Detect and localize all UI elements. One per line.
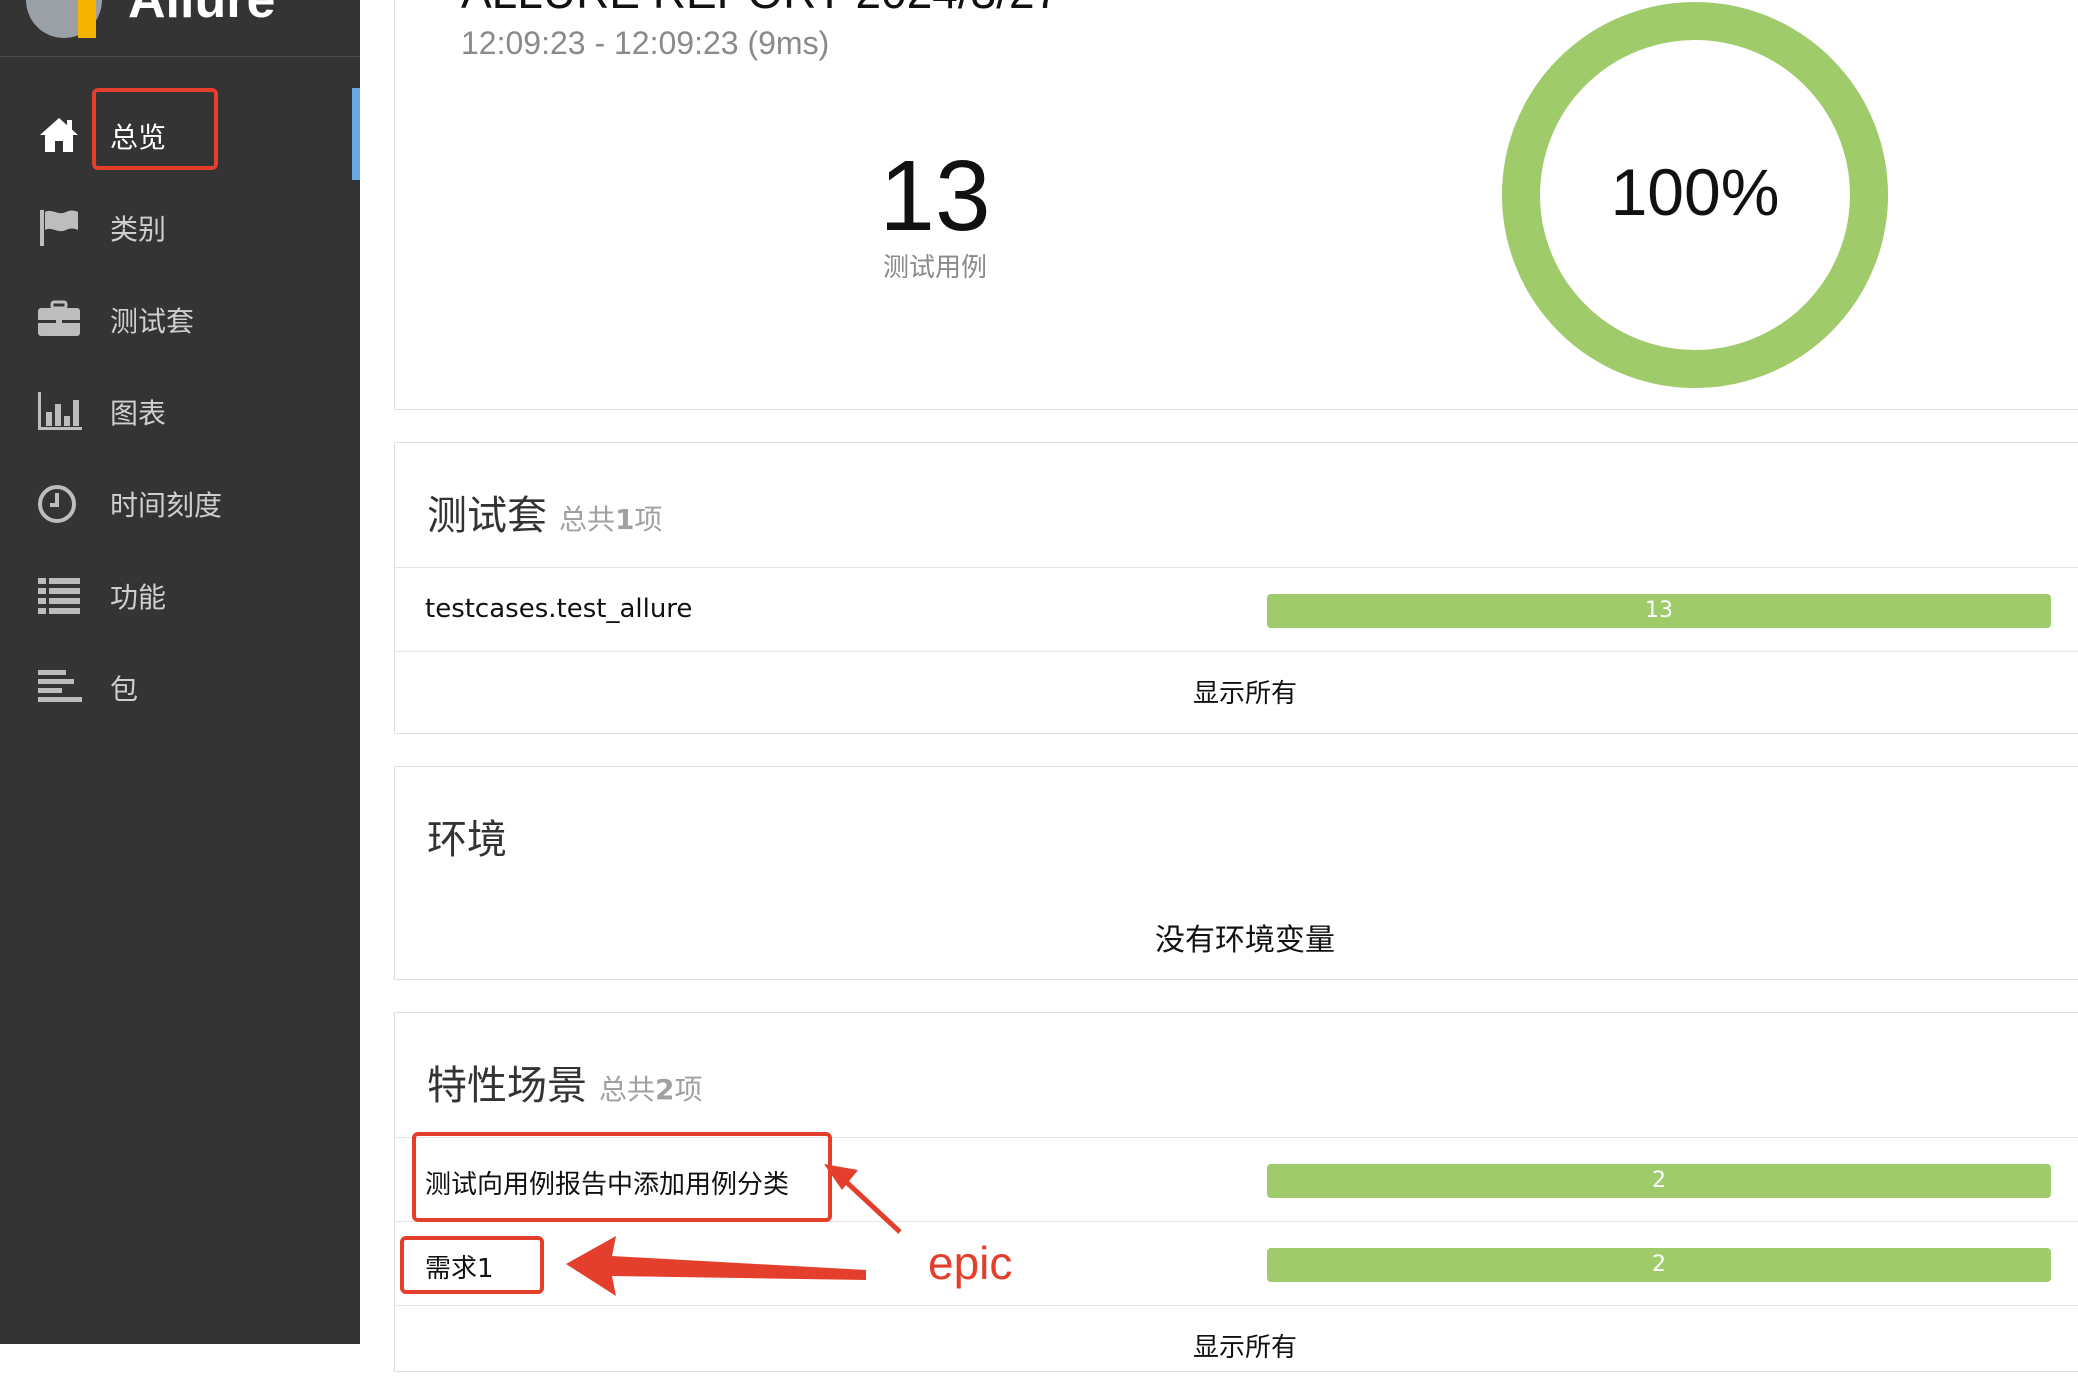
suites-title: 测试套 总共1项: [427, 483, 663, 541]
flag-icon: [40, 210, 78, 246]
align-left-icon: [38, 670, 82, 702]
suites-count-summary: 总共1项: [559, 503, 663, 536]
briefcase-icon: [38, 300, 80, 336]
home-icon: [40, 118, 78, 152]
environment-title: 环境: [427, 817, 507, 863]
highlight-box-epic: [400, 1236, 544, 1294]
nav-item-label: 类别: [110, 213, 167, 246]
report-time-range: 12:09:23 - 12:09:23 (9ms): [461, 25, 830, 61]
nav-item-label: 时间刻度: [110, 489, 223, 522]
pass-rate-donut[interactable]: 100%: [1485, 0, 1905, 399]
features-title: 特性场景 总共2项: [427, 1053, 703, 1111]
summary-card: ALLURE REPORT 2024/3/27 12:09:23 - 12:09…: [394, 0, 2078, 410]
highlight-box-overview: [92, 88, 218, 170]
clock-icon: [38, 485, 76, 523]
nav-item-suites[interactable]: 测试套: [0, 272, 360, 364]
bar-chart-icon: [38, 392, 82, 430]
environment-card: 环境 没有环境变量: [394, 766, 2078, 980]
highlight-box-feature: [412, 1132, 832, 1222]
suites-card: 测试套 总共1项 testcases.test_allure 13 显示所有: [394, 442, 2078, 734]
feature-row[interactable]: 需求1 2: [395, 1221, 2078, 1305]
nav-item-graphs[interactable]: 图表: [0, 364, 360, 456]
suite-name: testcases.test_allure: [425, 594, 693, 624]
pass-percent: 100%: [1611, 155, 1780, 229]
nav-item-behaviors[interactable]: 功能: [0, 548, 360, 640]
features-count-summary: 总共2项: [599, 1073, 703, 1106]
brand-name: Allure: [128, 0, 276, 29]
suite-row[interactable]: testcases.test_allure 13: [395, 567, 2078, 651]
feature-status-bar: 2: [1267, 1248, 2051, 1282]
nav-item-packages[interactable]: 包: [0, 640, 360, 732]
brand[interactable]: Allure: [0, 0, 360, 57]
environment-empty-message: 没有环境变量: [1155, 923, 1335, 958]
test-case-count: 13: [879, 140, 991, 252]
suites-show-all-link[interactable]: 显示所有: [395, 651, 2078, 735]
features-title-text: 特性场景: [427, 1063, 587, 1109]
features-count-prefix: 总共: [599, 1073, 656, 1106]
features-count-suffix: 项: [674, 1073, 703, 1106]
sidebar: Allure 总览 类别 测试套 图表 时间刻度 功能 包: [0, 0, 360, 1344]
suite-status-bar: 13: [1267, 594, 2051, 628]
suites-count-prefix: 总共: [559, 503, 616, 536]
nav-item-label: 功能: [110, 581, 167, 614]
feature-status-bar: 2: [1267, 1164, 2051, 1198]
nav-item-timeline[interactable]: 时间刻度: [0, 456, 360, 548]
features-show-all-link[interactable]: 显示所有: [395, 1305, 2078, 1389]
nav-item-label: 包: [110, 673, 139, 706]
nav-item-label: 图表: [110, 397, 167, 430]
test-case-count-label: 测试用例: [882, 253, 987, 283]
suites-count-suffix: 项: [634, 503, 663, 536]
suites-title-text: 测试套: [427, 493, 547, 539]
allure-logo-icon: [26, 0, 102, 38]
nav-item-label: 测试套: [110, 305, 195, 338]
suites-count-value: 1: [615, 503, 635, 536]
features-count-value: 2: [655, 1073, 675, 1106]
report-title: ALLURE REPORT 2024/3/27: [461, 0, 1060, 19]
epic-annotation-label: epic: [928, 1237, 1013, 1289]
nav-item-categories[interactable]: 类别: [0, 180, 360, 272]
list-icon: [38, 578, 80, 614]
